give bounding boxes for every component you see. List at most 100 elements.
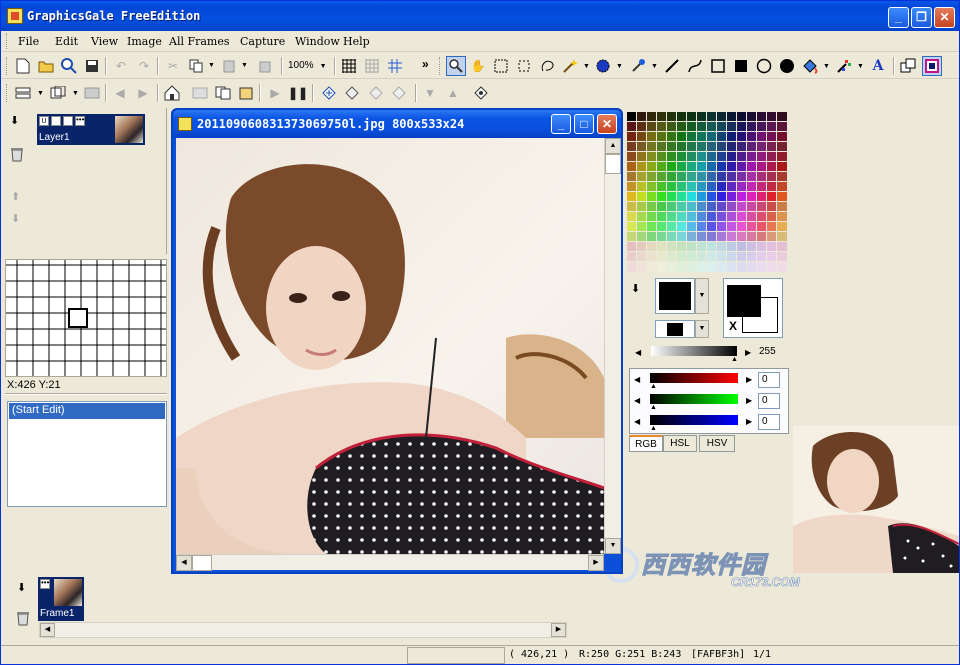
palette-swatch[interactable] bbox=[626, 241, 638, 253]
palette-swatch[interactable] bbox=[746, 251, 758, 263]
palette-swatch[interactable] bbox=[716, 251, 728, 263]
palette-swatch[interactable] bbox=[666, 171, 678, 183]
palette-swatch[interactable] bbox=[736, 231, 748, 243]
palette-swatch[interactable] bbox=[716, 181, 728, 193]
palette-swatch[interactable] bbox=[676, 201, 688, 213]
palette-swatch[interactable] bbox=[686, 111, 698, 123]
menu-capture[interactable]: Capture bbox=[240, 35, 285, 48]
palette-swatch[interactable] bbox=[676, 241, 688, 253]
palette-swatch[interactable] bbox=[636, 231, 648, 243]
bg-color-select[interactable] bbox=[655, 320, 695, 338]
r-thumb-icon[interactable]: ▲ bbox=[650, 383, 657, 390]
palette-swatch[interactable] bbox=[626, 161, 638, 173]
palette-swatch[interactable] bbox=[726, 231, 738, 243]
gray-right-icon[interactable]: ▶ bbox=[745, 348, 751, 357]
palette-swatch[interactable] bbox=[766, 251, 778, 263]
scroll-down-icon[interactable]: ▼ bbox=[605, 538, 621, 554]
fill-icon[interactable] bbox=[801, 57, 819, 75]
gray-thumb-icon[interactable]: ▲ bbox=[731, 356, 738, 363]
palette-swatch[interactable] bbox=[626, 211, 638, 223]
palette-swatch[interactable] bbox=[676, 131, 688, 143]
prev-frame-icon[interactable]: ◀ bbox=[111, 84, 129, 102]
palette-swatch[interactable] bbox=[686, 181, 698, 193]
palette-swatch[interactable] bbox=[676, 121, 688, 133]
bg-dropdown-icon[interactable]: ▼ bbox=[695, 320, 709, 338]
palette-swatch[interactable] bbox=[666, 211, 678, 223]
palette-swatch[interactable] bbox=[696, 111, 708, 123]
open-icon[interactable] bbox=[37, 57, 55, 75]
palette-swatch[interactable] bbox=[736, 261, 748, 273]
palette-swatch[interactable] bbox=[726, 121, 738, 133]
palette-swatch[interactable] bbox=[696, 241, 708, 253]
palette-swatch[interactable] bbox=[656, 131, 668, 143]
color-select-icon[interactable] bbox=[594, 57, 612, 75]
combine-frame-icon[interactable] bbox=[191, 84, 209, 102]
lasso-icon[interactable] bbox=[515, 57, 533, 75]
palette-swatch[interactable] bbox=[766, 141, 778, 153]
palette-swatch[interactable] bbox=[716, 131, 728, 143]
palette-swatch[interactable] bbox=[696, 201, 708, 213]
palette-swatch[interactable] bbox=[776, 231, 788, 243]
gradient-dropdown-icon[interactable]: ▼ bbox=[857, 63, 864, 70]
palette-swatch[interactable] bbox=[676, 171, 688, 183]
palette-swatch[interactable] bbox=[766, 181, 778, 193]
r-input[interactable]: 0 bbox=[758, 372, 780, 388]
palette-swatch[interactable] bbox=[666, 181, 678, 193]
vscroll-thumb[interactable] bbox=[605, 154, 621, 174]
palette-swatch[interactable] bbox=[646, 131, 658, 143]
palette-swatch[interactable] bbox=[676, 181, 688, 193]
palette-swatch[interactable] bbox=[646, 171, 658, 183]
grid-icon[interactable] bbox=[340, 57, 358, 75]
fill-dropdown-icon[interactable]: ▼ bbox=[823, 63, 830, 70]
palette-swatch[interactable] bbox=[726, 261, 738, 273]
gray-left-icon[interactable]: ◀ bbox=[635, 348, 641, 357]
frame-item[interactable]: ••• Frame1 bbox=[38, 577, 84, 621]
gray-slider[interactable] bbox=[651, 346, 737, 356]
palette-swatch[interactable] bbox=[696, 181, 708, 193]
palette-swatch[interactable] bbox=[686, 191, 698, 203]
frame-home-icon[interactable] bbox=[163, 84, 181, 102]
frame-trash-icon[interactable] bbox=[15, 610, 31, 626]
palette-swatch[interactable] bbox=[756, 251, 768, 263]
maximize-button[interactable]: ❐ bbox=[911, 7, 932, 28]
canvas-vscrollbar[interactable]: ▲ ▼ bbox=[604, 138, 621, 554]
palette-swatch[interactable] bbox=[756, 231, 768, 243]
tab-rgb[interactable]: RGB bbox=[629, 435, 663, 452]
palette-swatch[interactable] bbox=[666, 151, 678, 163]
palette-swatch[interactable] bbox=[636, 151, 648, 163]
copy-dropdown-icon[interactable]: ▼ bbox=[208, 62, 215, 69]
palette-swatch[interactable] bbox=[676, 231, 688, 243]
layer-import-icon[interactable]: ⬇ bbox=[10, 114, 19, 127]
g-left-icon[interactable]: ◀ bbox=[634, 396, 640, 405]
toolbar-more-button[interactable]: » bbox=[422, 57, 429, 71]
palette-swatch[interactable] bbox=[686, 211, 698, 223]
merge-layer-icon[interactable] bbox=[390, 84, 408, 102]
undo-icon[interactable]: ↶ bbox=[112, 57, 130, 75]
palette-swatch[interactable] bbox=[666, 161, 678, 173]
palette-swatch[interactable] bbox=[646, 121, 658, 133]
paste-icon[interactable] bbox=[220, 57, 238, 75]
palette-swatch[interactable] bbox=[726, 131, 738, 143]
palette-swatch[interactable] bbox=[686, 171, 698, 183]
palette-swatch[interactable] bbox=[666, 231, 678, 243]
palette-swatch[interactable] bbox=[676, 161, 688, 173]
menu-help[interactable]: Help bbox=[343, 35, 370, 48]
frame-scroll-left-icon[interactable]: ◀ bbox=[40, 623, 55, 637]
palette-swatch[interactable] bbox=[686, 231, 698, 243]
palette-swatch[interactable] bbox=[706, 111, 718, 123]
r-right-icon[interactable]: ▶ bbox=[746, 375, 752, 384]
palette-swatch[interactable] bbox=[696, 141, 708, 153]
palette-swatch[interactable] bbox=[676, 261, 688, 273]
frame-props-icon[interactable] bbox=[49, 84, 67, 102]
palette-swatch[interactable] bbox=[746, 161, 758, 173]
pencil-icon[interactable] bbox=[663, 57, 681, 75]
r-slider[interactable] bbox=[650, 373, 738, 383]
palette-swatch[interactable] bbox=[676, 111, 688, 123]
redo-icon[interactable]: ↷ bbox=[135, 57, 153, 75]
palette-swatch[interactable] bbox=[726, 221, 738, 233]
cut-icon[interactable]: ✂ bbox=[164, 57, 182, 75]
palette-swatch[interactable] bbox=[766, 121, 778, 133]
palette-swatch[interactable] bbox=[696, 121, 708, 133]
palette-swatch[interactable] bbox=[666, 201, 678, 213]
palette-swatch[interactable] bbox=[706, 241, 718, 253]
